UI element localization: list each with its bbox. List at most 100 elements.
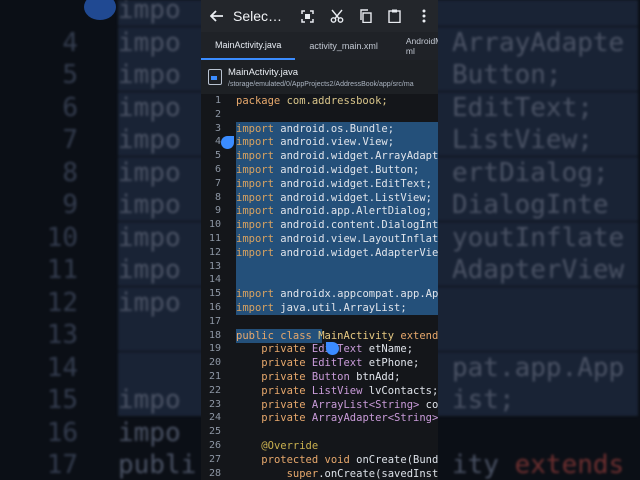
selection-end-handle[interactable]: [326, 342, 339, 355]
code-line[interactable]: 12 import android.widget.AdapterView: [201, 245, 438, 260]
code-line[interactable]: 1 package com.addressbook;: [201, 94, 438, 108]
code-token: .onCreate(savedInsta: [318, 467, 438, 480]
code-line[interactable]: 8 import android.widget.ListView;: [201, 190, 438, 205]
bg-code-text: impo: [118, 417, 181, 448]
code-token: import: [236, 136, 281, 149]
code-text: import android.view.LayoutInflate: [236, 232, 438, 246]
code-line[interactable]: 9 import android.app.AlertDialog;: [201, 204, 438, 219]
code-text: import android.widget.AdapterView: [236, 246, 438, 260]
more-vert-icon[interactable]: [409, 0, 438, 32]
code-line[interactable]: 18 public class MainActivity extends: [201, 328, 438, 343]
file-info-bar: MainActivity.java /storage/emulated/0/Ap…: [201, 60, 438, 94]
code-line[interactable]: 27 protected void onCreate(Bundl: [201, 453, 438, 467]
tab-activity-main-xml[interactable]: activity_main.xml: [295, 32, 392, 60]
code-line[interactable]: 17: [201, 315, 438, 329]
line-number: 21: [208, 371, 221, 382]
code-line[interactable]: 25: [201, 425, 438, 439]
line-number: 8: [214, 191, 221, 203]
code-line[interactable]: 20 private EditText etPhone;: [201, 356, 438, 370]
code-token: import: [236, 177, 281, 190]
code-line[interactable]: 11 import android.view.LayoutInflate: [201, 232, 438, 246]
code-line[interactable]: 14: [201, 273, 438, 288]
code-token: android.app.AlertDialog;: [280, 205, 432, 218]
code-line[interactable]: 10 import android.content.DialogInte: [201, 218, 438, 233]
line-number: 28: [208, 467, 221, 479]
select-all-icon[interactable]: [293, 0, 322, 32]
code-token: import: [236, 122, 281, 135]
code-editor[interactable]: 1 package com.addressbook; 2 3 import androi…: [201, 94, 438, 480]
bg-line-number: 8: [62, 157, 78, 188]
code-token: ArrayList<String>: [311, 398, 426, 411]
bg-code-line: 14: [0, 352, 118, 384]
code-line[interactable]: 5 import android.widget.ArrayAdapter: [201, 149, 438, 164]
code-line[interactable]: 2: [201, 108, 438, 122]
code-token: @Override: [261, 440, 319, 452]
bg-code-text-right: AdapterView: [452, 255, 625, 285]
line-number: 1: [214, 95, 221, 106]
copy-icon[interactable]: [351, 0, 380, 32]
bg-line-number: 17: [46, 450, 78, 480]
bg-code-text: impo: [118, 190, 181, 220]
bg-code-text-right: ertDialog;: [452, 157, 609, 188]
code-line[interactable]: 23 private ArrayList<String> con: [201, 398, 438, 412]
code-line[interactable]: 28 super.onCreate(savedInsta: [201, 467, 438, 480]
code-token: android.view.View;: [280, 136, 395, 149]
cut-icon[interactable]: [322, 0, 351, 32]
code-token: ListView: [311, 384, 369, 397]
tab-mainactivity-java[interactable]: MainActivity.java: [201, 32, 296, 60]
code-line[interactable]: 22 private ListView lvContacts;: [201, 384, 438, 398]
bg-code-text-right: pat.app.App: [452, 352, 625, 383]
bg-line-number: 11: [46, 255, 78, 285]
line-number: 2: [214, 108, 221, 120]
code-line[interactable]: 21 private Button btnAdd;: [201, 370, 438, 384]
code-token: import: [236, 191, 281, 204]
paste-icon[interactable]: [380, 0, 409, 32]
bg-code-text-right: youtInflate: [452, 222, 625, 253]
code-token: btnAdd;: [356, 371, 401, 383]
line-number: 26: [208, 440, 221, 451]
code-line[interactable]: 6 import android.widget.Button;: [201, 163, 438, 177]
file-path: /storage/emulated/0/AppProjects2/Address…: [228, 80, 414, 88]
arrow-left-icon[interactable]: [201, 0, 233, 32]
bg-code-text-right: DialogInte: [452, 190, 609, 220]
code-text: import android.os.Bundle;: [236, 122, 394, 136]
code-token: public class: [236, 329, 319, 342]
tab-androidmanifest-xml[interactable]: AndroidManiml: [392, 32, 438, 60]
code-line[interactable]: 15 import androidx.appcompat.app.App: [201, 287, 438, 302]
code-text: @Override: [236, 439, 318, 453]
bg-line-number: 6: [62, 92, 78, 123]
code-line[interactable]: 19 private EditText etName;: [201, 342, 438, 356]
code-token: etPhone;: [368, 357, 420, 370]
code-token: android.widget.Button;: [280, 164, 420, 176]
file-tabs: MainActivity.java activity_main.xml Andr…: [201, 32, 438, 60]
code-line[interactable]: 13: [201, 259, 438, 274]
bg-code-token: ity: [452, 450, 515, 480]
line-number: 7: [214, 177, 221, 189]
code-token: super: [286, 467, 319, 480]
bg-code-line: 5 impo: [0, 59, 181, 91]
code-token: java.util.ArrayList;: [280, 302, 407, 314]
line-number: 9: [214, 205, 221, 217]
bg-code-text-right: ListView;: [452, 125, 593, 155]
code-line[interactable]: 26 @Override: [201, 439, 438, 453]
code-token: onCreate(Bundl: [356, 453, 438, 466]
code-line[interactable]: 7 import android.widget.EditText;: [201, 176, 438, 191]
code-line[interactable]: 16 import java.util.ArrayList;: [201, 301, 438, 315]
code-token: lvContacts;: [368, 384, 438, 397]
line-number: 15: [208, 288, 221, 300]
code-line[interactable]: 4 import android.view.View;: [201, 135, 438, 150]
bg-code-text: impo: [118, 0, 181, 25]
code-text: import java.util.ArrayList;: [236, 301, 407, 315]
selection-start-handle[interactable]: [221, 136, 234, 149]
bg-line-number: 13: [46, 320, 78, 350]
bg-line-number: 4: [62, 27, 78, 58]
code-line[interactable]: 3 import android.os.Bundle;: [201, 121, 438, 136]
bg-code-text: impo: [118, 60, 181, 90]
line-number: 12: [208, 246, 221, 258]
bg-code-text: impo: [118, 255, 181, 285]
bg-code-text: impo: [118, 157, 181, 188]
code-line[interactable]: 24 private ArrayAdapter<String>: [201, 411, 438, 425]
bg-line-number: 10: [46, 222, 78, 253]
